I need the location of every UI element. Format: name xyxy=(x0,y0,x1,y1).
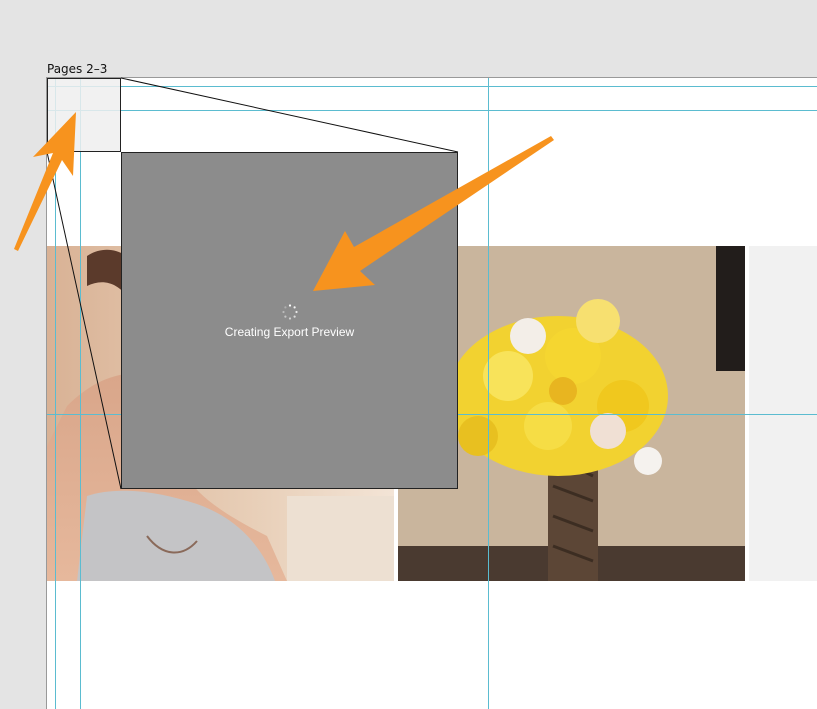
export-preview-status: Creating Export Preview xyxy=(224,325,355,339)
export-preview-panel: Creating Export Preview xyxy=(121,152,458,489)
export-region-thumbnail[interactable] xyxy=(47,78,121,152)
right-photo-image xyxy=(749,246,817,581)
right-photo-frame[interactable] xyxy=(749,246,817,581)
spread-pages-label: Pages 2–3 xyxy=(47,62,108,76)
loading-spinner-icon xyxy=(282,304,298,320)
